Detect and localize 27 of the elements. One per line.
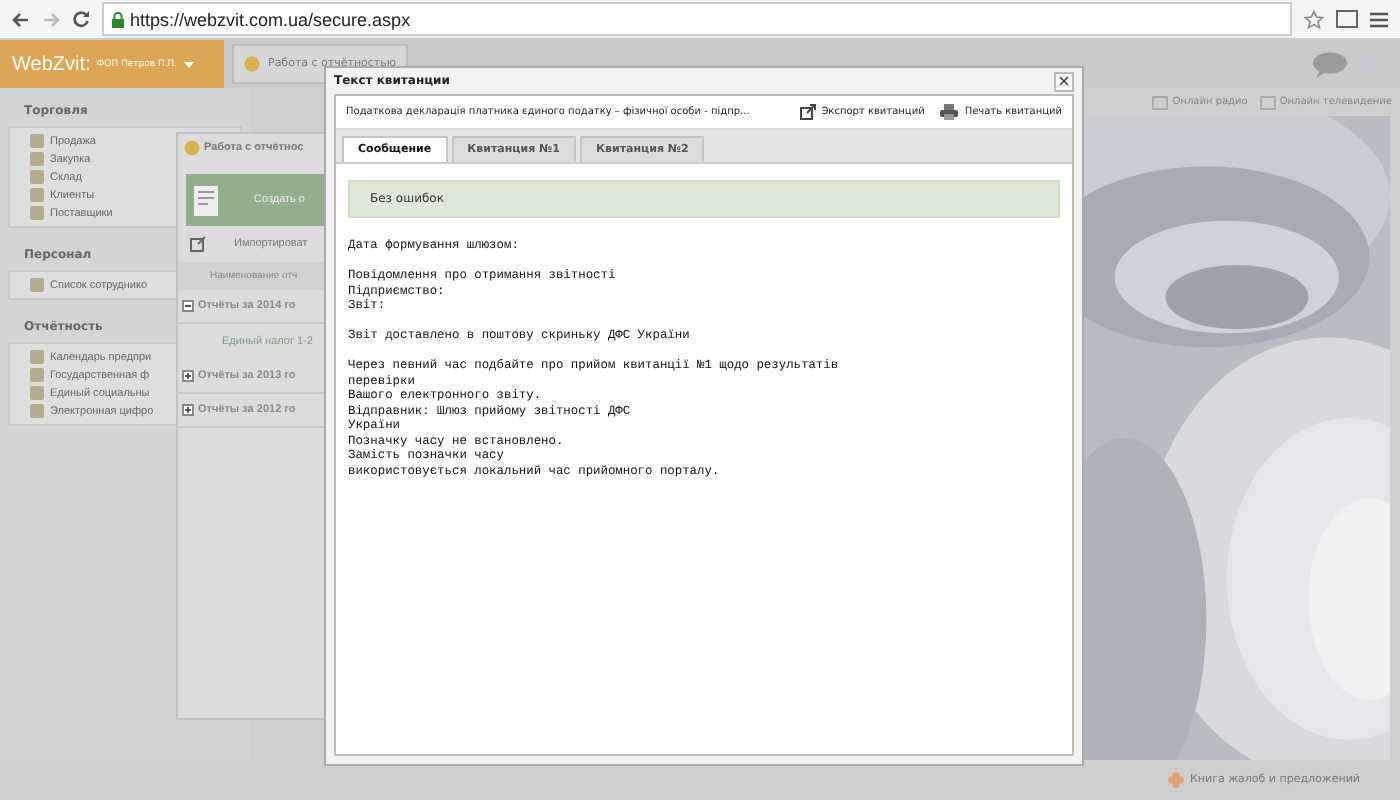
flower-icon (1168, 772, 1184, 788)
document-icon (194, 185, 218, 215)
square-icon (30, 170, 44, 184)
lock-icon (112, 11, 124, 27)
square-icon (30, 152, 44, 166)
square-icon (30, 188, 44, 202)
square-icon (30, 134, 44, 148)
close-button[interactable]: × (1054, 71, 1074, 91)
star-icon[interactable] (1304, 9, 1324, 29)
address-bar[interactable]: https://webzvit.com.ua/secure.aspx (102, 2, 1292, 36)
printer-icon (940, 104, 959, 120)
square-icon (30, 368, 44, 382)
square-icon (30, 206, 44, 220)
back-button[interactable] (12, 11, 30, 27)
import-icon (190, 236, 206, 252)
reload-button[interactable] (72, 10, 90, 28)
screen-icon (1152, 95, 1169, 109)
menu-icon[interactable] (1370, 11, 1388, 27)
export-icon (799, 104, 816, 120)
screen-icon (1259, 95, 1276, 109)
coin-icon (244, 56, 260, 72)
coin-icon (184, 140, 200, 156)
square-icon (30, 404, 44, 418)
square-icon (30, 278, 44, 292)
square-icon (30, 386, 44, 400)
caret-icon (183, 61, 194, 67)
square-icon (30, 350, 44, 364)
